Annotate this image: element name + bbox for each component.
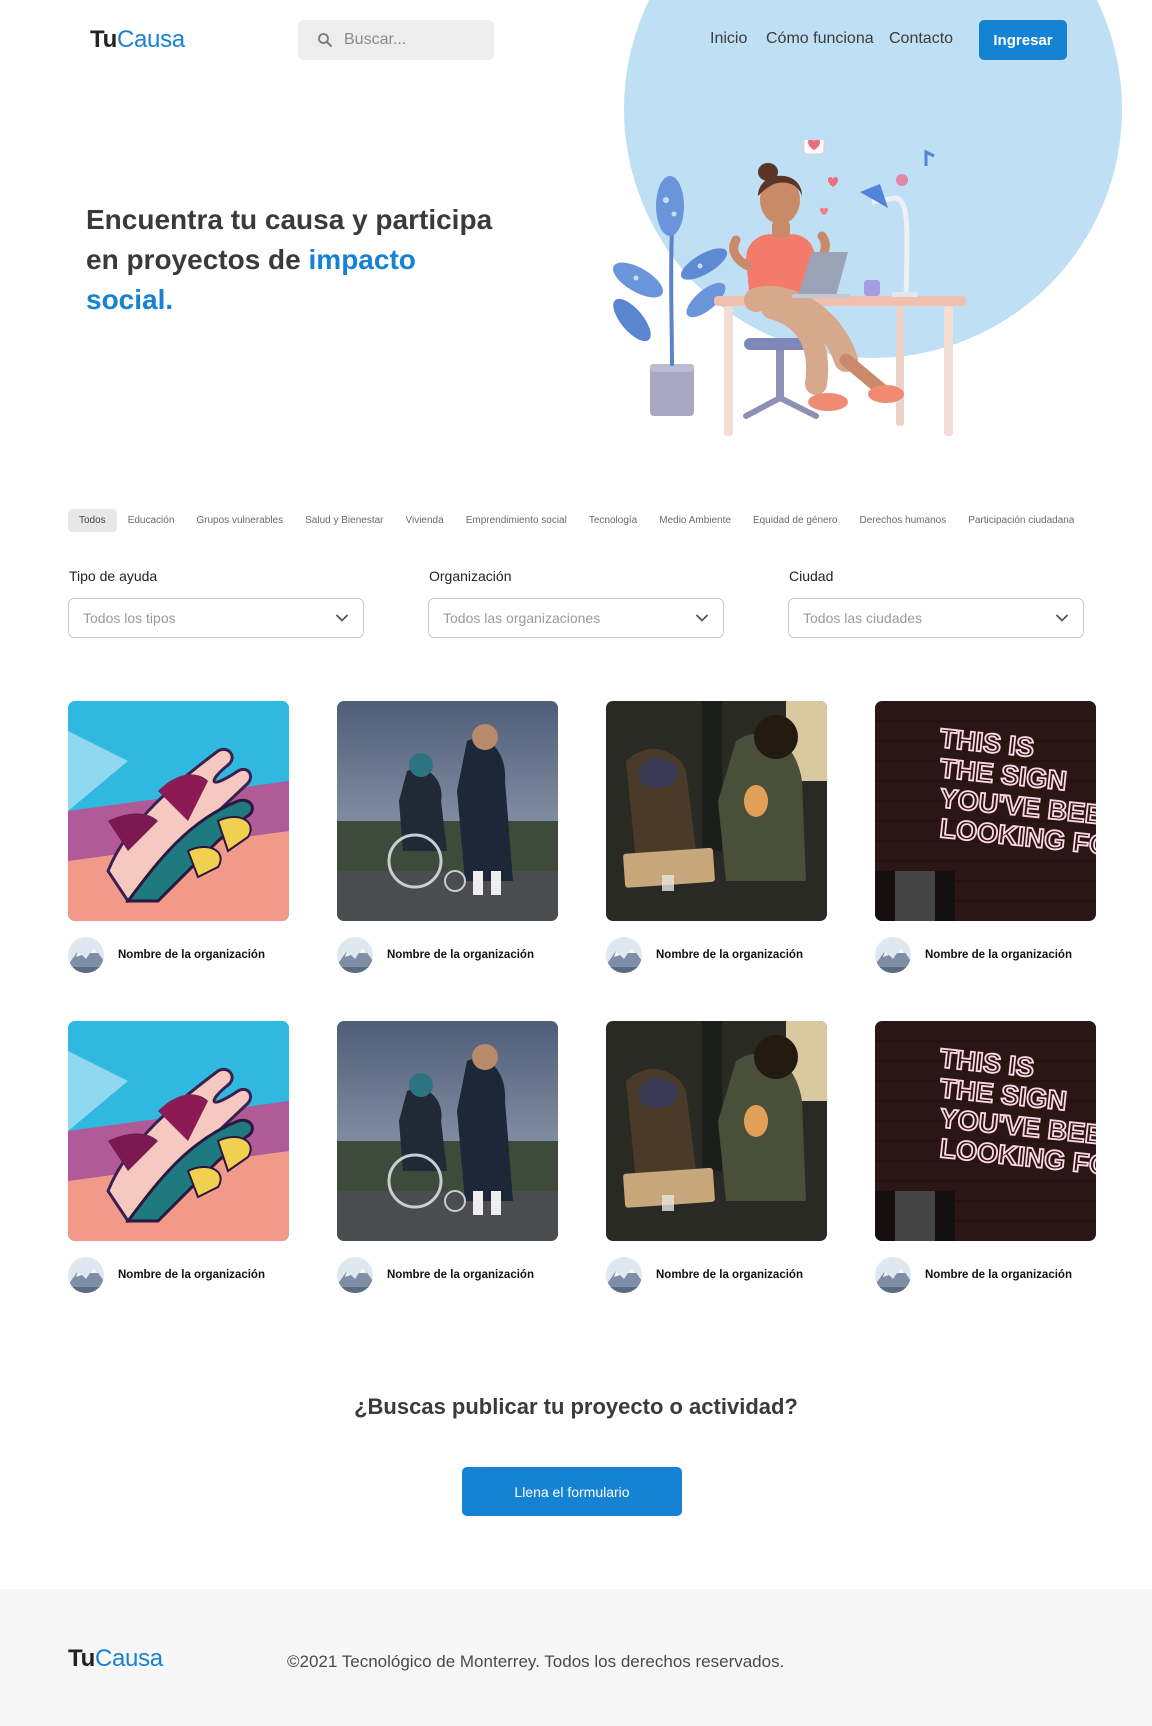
category-tab[interactable]: Equidad de género <box>742 509 849 532</box>
project-card[interactable]: Nombre de la organización <box>337 701 558 973</box>
avatar <box>337 1257 373 1293</box>
footer-logo-tu: Tu <box>68 1645 95 1672</box>
category-tab[interactable]: Educación <box>117 509 186 532</box>
mug-illustration <box>864 280 880 296</box>
category-tab[interactable]: Tecnología <box>578 509 648 532</box>
brand-logo-causa: Causa <box>116 26 185 53</box>
organization-name: Nombre de la organización <box>925 949 1072 961</box>
category-tab[interactable]: Vivienda <box>395 509 455 532</box>
filter-label-tipo: Tipo de ayuda <box>69 568 158 584</box>
cta-title: ¿Buscas publicar tu proyecto o actividad… <box>354 1394 798 1419</box>
homeless-photo-image <box>606 701 827 921</box>
brand-logo-tu: Tu <box>90 26 117 53</box>
plant-illustration <box>613 176 728 416</box>
card-organization: Nombre de la organización <box>337 937 558 973</box>
filter-select-tipo-value: Todos los tipos <box>83 610 176 626</box>
floating-icons <box>803 140 935 215</box>
card-organization: Nombre de la organización <box>68 1257 289 1293</box>
filter-select-organizacion-value: Todos las organizaciones <box>443 610 601 626</box>
category-tab[interactable]: Salud y Bienestar <box>294 509 394 532</box>
organization-name: Nombre de la organización <box>118 949 265 961</box>
hero-illustration <box>613 140 966 436</box>
chevron-down-icon <box>1056 614 1068 622</box>
organization-name: Nombre de la organización <box>387 1269 534 1281</box>
category-tab[interactable]: Grupos vulnerables <box>185 509 294 532</box>
wheelchair-photo-image <box>337 1021 558 1241</box>
filter-label-organizacion: Organización <box>429 568 512 584</box>
card-organization: Nombre de la organización <box>337 1257 558 1293</box>
homeless-photo-image <box>606 1021 827 1241</box>
chevron-down-icon <box>336 614 348 622</box>
avatar <box>337 937 373 973</box>
card-organization: Nombre de la organización <box>875 1257 1096 1293</box>
avatar <box>606 1257 642 1293</box>
project-card[interactable]: THIS IS THE SIGN YOU'VE BEEN LOOKING FOR Nom… <box>875 1021 1096 1293</box>
project-card[interactable]: THIS IS THE SIGN YOU'VE BEEN LOOKING FOR Nom… <box>875 701 1096 973</box>
fill-form-button[interactable]: Llena el formulario <box>462 1467 682 1516</box>
filter-select-ciudad-value: Todos las ciudades <box>803 610 923 626</box>
filter-label-ciudad: Ciudad <box>789 568 834 584</box>
card-organization: Nombre de la organización <box>606 937 827 973</box>
neon-sign-image: THIS ISTHE SIGNYOU'VE BEENLOOKING FOR <box>875 1021 1096 1241</box>
neon-sign-image: THIS ISTHE SIGNYOU'VE BEENLOOKING FOR <box>875 701 1096 921</box>
wheelchair-photo-image <box>337 701 558 921</box>
hands-mural-image <box>68 701 289 921</box>
footer: TuCausa ©2021 Tecnológico de Monterrey. … <box>0 1589 1152 1726</box>
card-organization: Nombre de la organización <box>68 937 289 973</box>
avatar <box>875 1257 911 1293</box>
footer-logo-causa: Causa <box>94 1645 163 1672</box>
category-tab[interactable]: Emprendimiento social <box>455 509 578 532</box>
category-tab[interactable]: Todos <box>68 508 117 532</box>
organization-name: Nombre de la organización <box>925 1269 1072 1281</box>
login-button[interactable]: Ingresar <box>979 20 1067 60</box>
search-box[interactable] <box>298 20 494 60</box>
hands-mural-image <box>68 1021 289 1241</box>
project-card[interactable]: Nombre de la organización <box>606 701 827 973</box>
brand-logo[interactable]: TuCausa <box>90 26 185 54</box>
avatar <box>875 937 911 973</box>
organization-name: Nombre de la organización <box>118 1269 265 1281</box>
search-icon <box>318 33 332 47</box>
avatar <box>68 937 104 973</box>
category-tabs: Todos Educación Grupos vulnerables Salud y … <box>68 508 1085 532</box>
project-card[interactable]: Nombre de la organización <box>68 701 289 973</box>
organization-name: Nombre de la organización <box>656 1269 803 1281</box>
organization-name: Nombre de la organización <box>387 949 534 961</box>
avatar <box>68 1257 104 1293</box>
search-input[interactable] <box>344 31 474 49</box>
nav-link-contacto[interactable]: Contacto <box>889 30 953 48</box>
nav-link-inicio[interactable]: Inicio <box>710 30 747 48</box>
avatar <box>606 937 642 973</box>
card-organization: Nombre de la organización <box>875 937 1096 973</box>
hero-title-text: Encuentra tu causa y participa en proyec… <box>86 204 493 275</box>
filter-select-tipo[interactable]: Todos los tipos <box>68 598 364 638</box>
footer-logo[interactable]: TuCausa <box>68 1645 163 1673</box>
filter-select-ciudad[interactable]: Todos las ciudades <box>788 598 1084 638</box>
hero-title: Encuentra tu causa y participa en proyec… <box>86 200 506 320</box>
organization-name: Nombre de la organización <box>656 949 803 961</box>
category-tab[interactable]: Medio Ambiente <box>648 509 742 532</box>
filter-select-organizacion[interactable]: Todos las organizaciones <box>428 598 724 638</box>
category-tab[interactable]: Derechos humanos <box>848 509 957 532</box>
chevron-down-icon <box>696 614 708 622</box>
project-card[interactable]: Nombre de la organización <box>337 1021 558 1293</box>
card-organization: Nombre de la organización <box>606 1257 827 1293</box>
nav-link-como-funciona[interactable]: Cómo funciona <box>766 30 874 48</box>
project-card[interactable]: Nombre de la organización <box>68 1021 289 1293</box>
project-card[interactable]: Nombre de la organización <box>606 1021 827 1293</box>
footer-copyright: ©2021 Tecnológico de Monterrey. Todos lo… <box>287 1652 785 1671</box>
category-tab[interactable]: Participación ciudadana <box>957 509 1085 532</box>
